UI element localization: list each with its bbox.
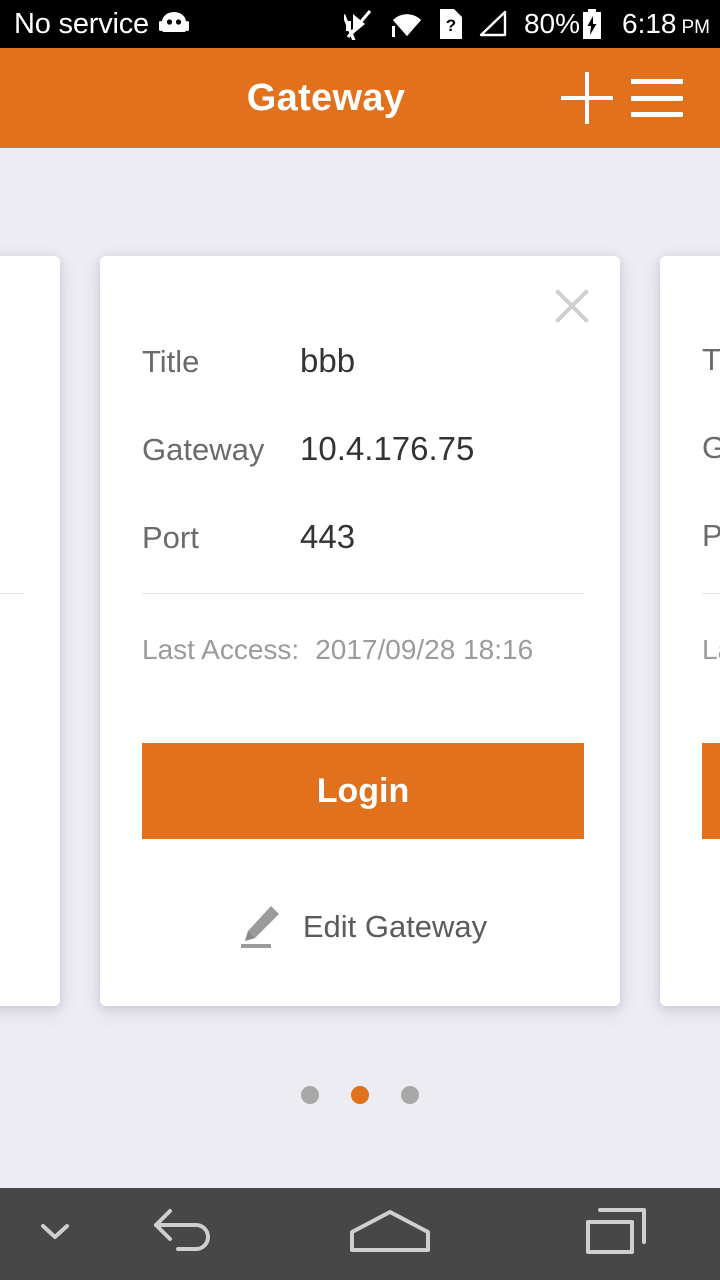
svg-text:?: ? [446,16,456,35]
vibrate-off-icon [343,8,374,40]
pencil-edit-icon [233,900,285,952]
clock: 6:18 PM [622,10,710,38]
field-value-port: 443 [300,518,356,555]
last-access-label: Last Access: [142,634,300,665]
recent-apps-button[interactable] [520,1188,720,1280]
field-row: P [702,520,720,608]
last-access-value: 2017/09/28 18:16 [315,634,534,665]
field-value-gateway: 10.4.176.75 [300,430,475,467]
card-divider [0,593,24,594]
back-arrow-icon [152,1205,218,1264]
field-row-gateway: Gateway 10.4.176.75 [142,432,584,520]
hamburger-menu-icon [631,79,683,117]
page-title: Gateway [246,76,406,119]
close-icon [551,285,593,327]
status-bar: No service ? 80% 6:18 PM [0,0,720,48]
status-bar-right: ? 80% 6:18 PM [343,8,710,40]
last-access-label: La [702,634,720,665]
card-fields: Title bbb Gateway 10.4.176.75 Port 443 [142,344,584,608]
login-button[interactable]: Login [142,743,584,839]
add-gateway-button[interactable] [552,63,622,133]
last-access-peek: La [702,636,720,664]
plus-icon [561,72,613,124]
gateway-card-next[interactable]: T G P La [660,256,720,1006]
edit-gateway-label: Edit Gateway [302,908,488,944]
field-row: G [702,432,720,520]
phone-screen: No service ? 80% 6:18 PM Gateway T G P L… [0,0,720,1280]
field-label: G [702,430,720,465]
clock-time: 6:18 [622,8,677,39]
close-card-button[interactable] [540,274,604,338]
pager-dot-2[interactable] [351,1086,369,1104]
battery-percent-label: 80% [523,8,580,39]
gateway-card-previous[interactable] [0,256,60,1006]
battery-charging-icon [582,9,602,39]
pager-dot-3[interactable] [401,1086,419,1104]
field-value-title: bbb [300,342,356,379]
system-navigation-bar [0,1188,720,1280]
app-bar: Gateway [0,48,720,148]
field-label-port: Port [142,520,199,555]
edit-gateway-button[interactable]: Edit Gateway [100,886,620,966]
gateway-carousel[interactable]: T G P La Title [0,148,720,1188]
last-access-row: Last Access: 2017/09/28 18:16 [142,636,533,664]
login-button-peek[interactable] [702,743,720,839]
pager-dot-1[interactable] [301,1086,319,1104]
gateway-card-active[interactable]: Title bbb Gateway 10.4.176.75 Port 443 L… [100,256,620,1006]
status-bar-left: No service [14,7,189,40]
card-divider [142,593,584,594]
back-button[interactable] [110,1188,260,1280]
signal-icon [478,10,508,38]
recent-apps-icon [582,1204,658,1265]
sim-unknown-icon: ? [439,9,462,39]
field-label: P [702,518,720,553]
field-row: T [702,344,720,432]
clock-ampm: PM [681,17,711,38]
field-label-gateway: Gateway [142,432,265,467]
android-robot-icon [159,12,189,36]
home-button[interactable] [260,1188,520,1280]
card-divider [702,593,720,594]
field-row-title: Title bbb [142,344,584,432]
battery-status: 80% [524,9,602,39]
wifi-icon [390,10,424,38]
menu-button[interactable] [622,63,692,133]
carrier-label: No service [14,7,149,40]
field-label-title: Title [142,344,200,379]
field-row-port: Port 443 [142,520,584,608]
pager-dots [0,1086,720,1104]
card-fields-peek: T G P [702,344,720,608]
home-icon [347,1206,433,1263]
field-label: T [702,344,720,377]
hide-keyboard-button[interactable] [0,1188,110,1280]
chevron-down-icon [39,1221,71,1248]
